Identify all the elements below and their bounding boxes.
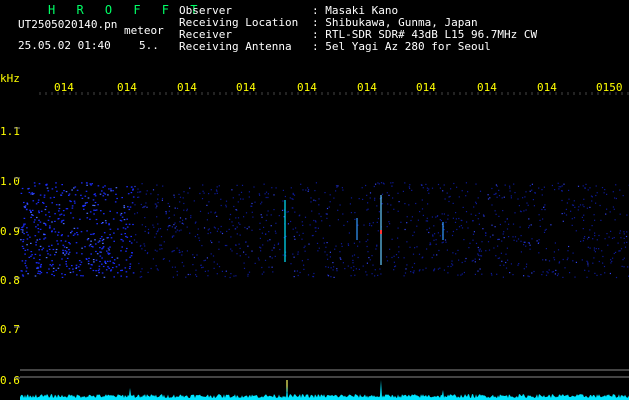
noise-band — [20, 182, 629, 279]
spectrum-trace — [20, 380, 629, 400]
spectrogram-plot — [14, 92, 629, 400]
spectrogram-window: H R O F F T UT2505020140.pn meteor 25.05… — [0, 0, 629, 400]
meteor-peak — [380, 230, 382, 234]
